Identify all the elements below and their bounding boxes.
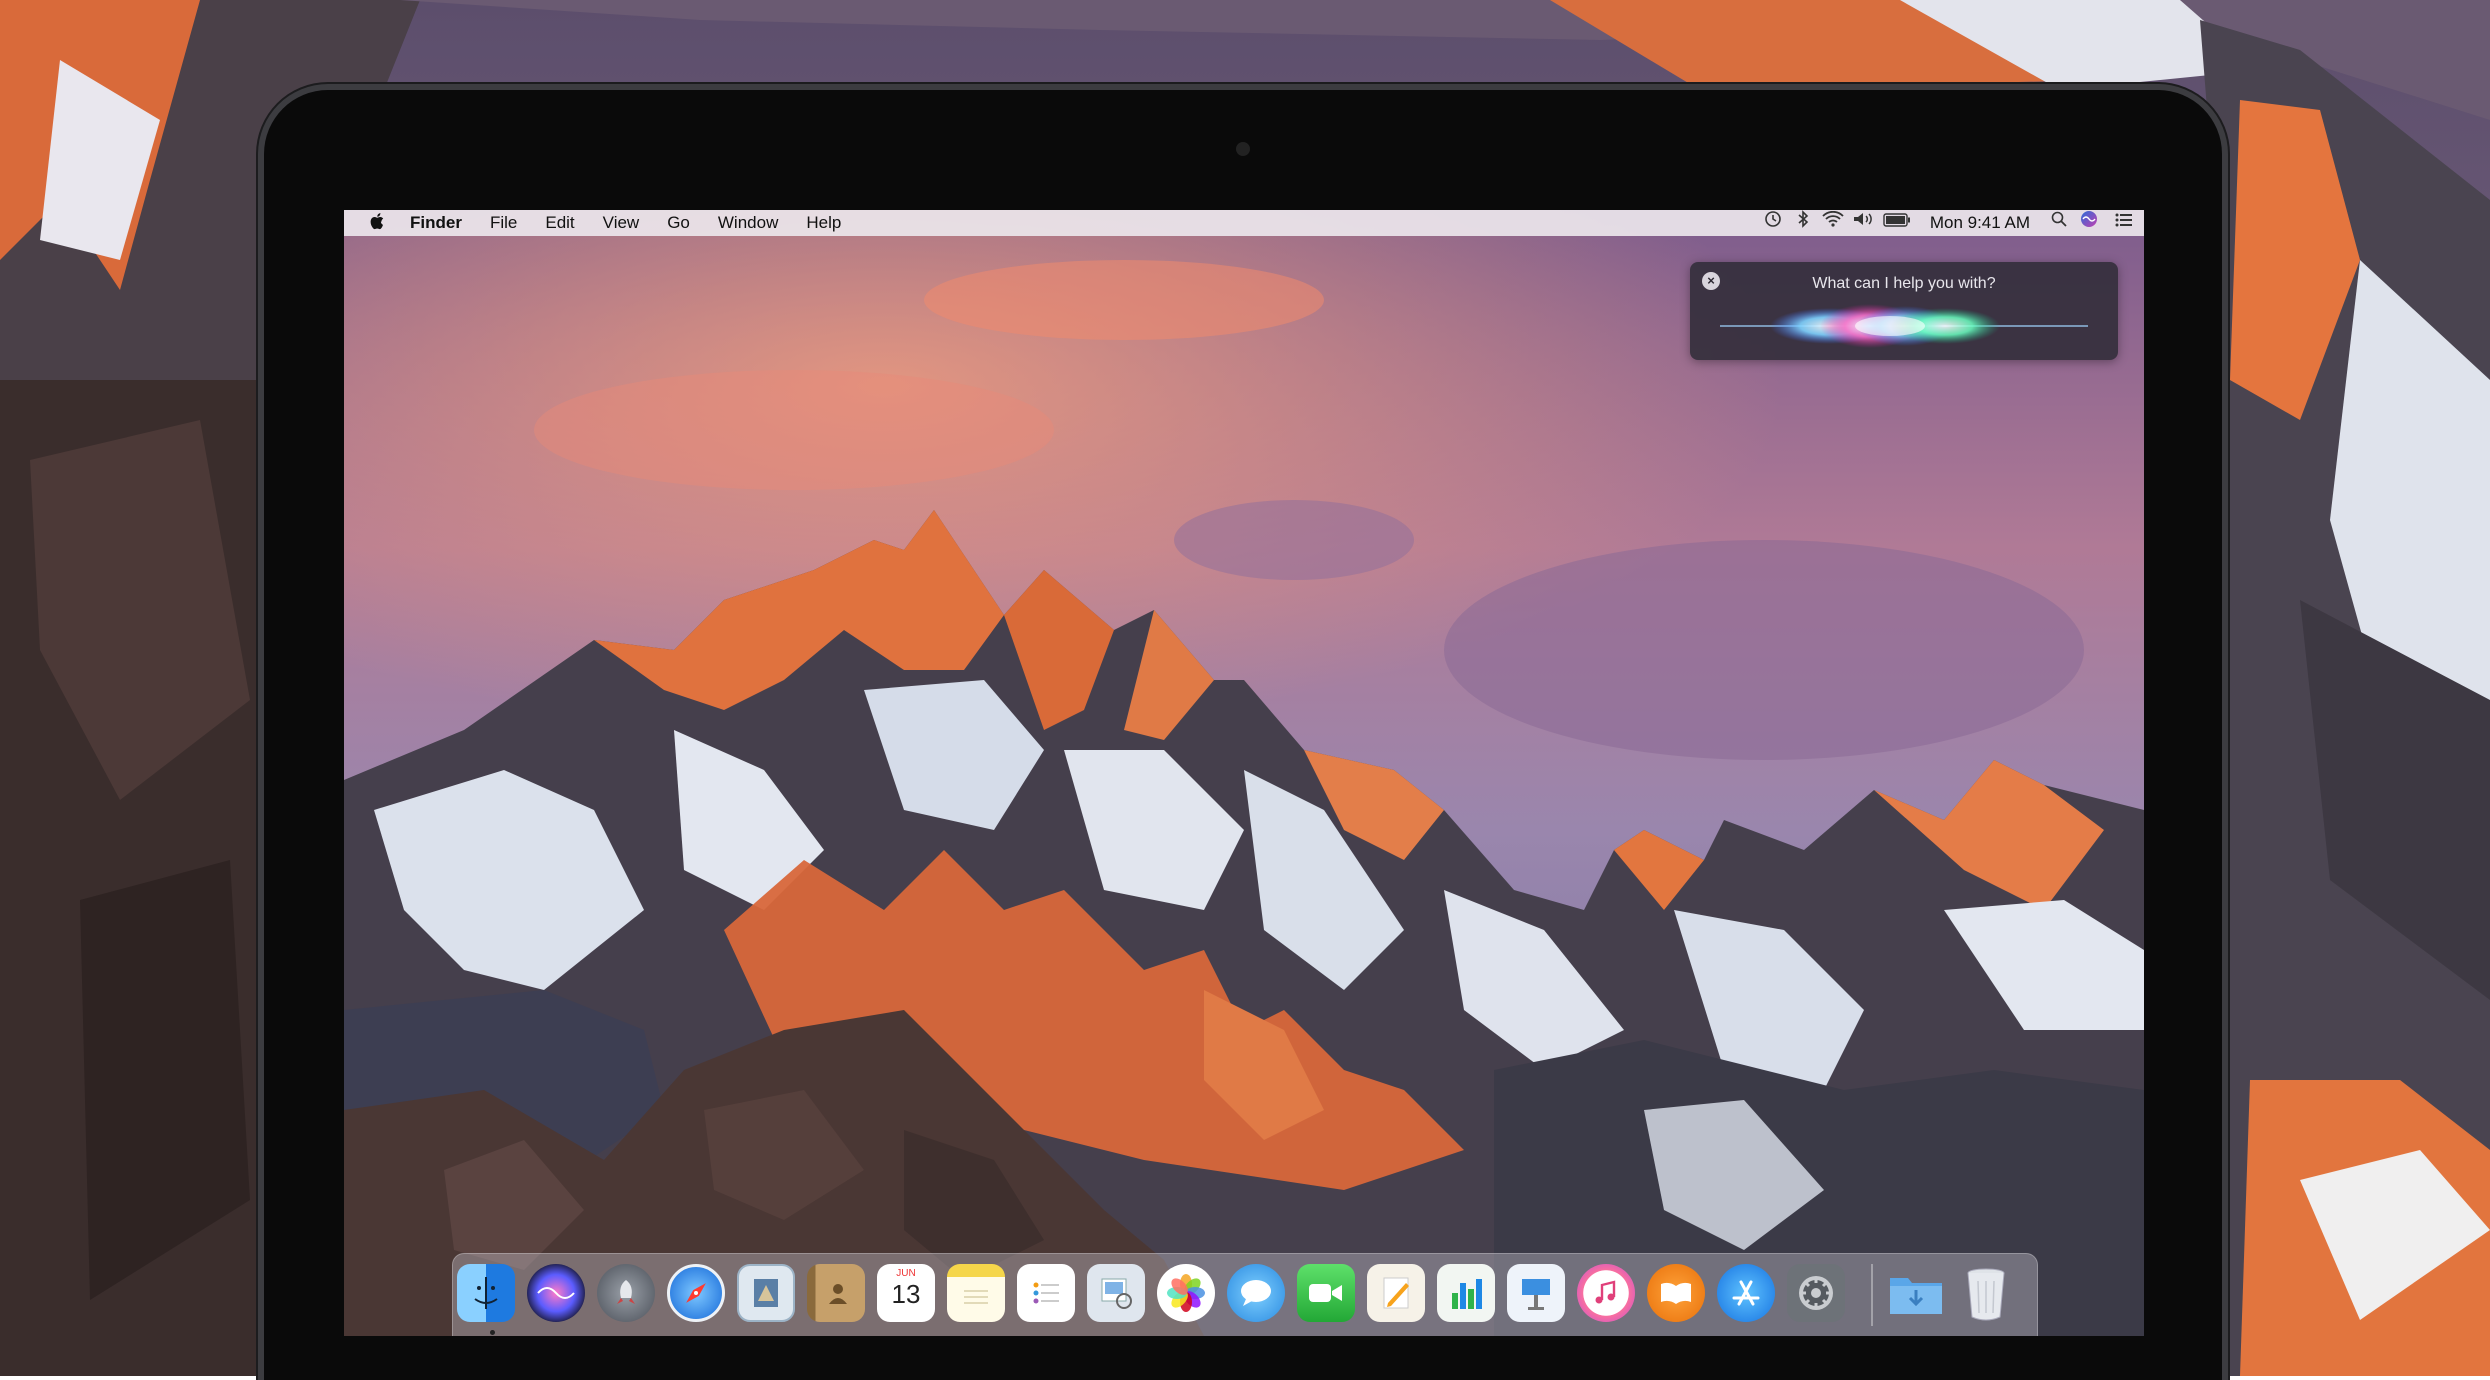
running-indicator — [490, 1330, 495, 1335]
app-store-icon — [1732, 1280, 1760, 1306]
pages-icon — [1383, 1277, 1409, 1309]
dock-ibooks[interactable] — [1647, 1264, 1705, 1322]
menu-bar: Finder File Edit View Go Window Help Mon… — [344, 210, 2144, 236]
dock-app-store[interactable] — [1717, 1264, 1775, 1322]
screen: Finder File Edit View Go Window Help Mon… — [344, 210, 2144, 1336]
dock-siri[interactable] — [527, 1264, 585, 1322]
menu-window[interactable]: Window — [704, 210, 792, 236]
menu-edit[interactable]: Edit — [531, 210, 588, 236]
bar-chart-icon — [1452, 1279, 1482, 1309]
dock-separator — [1871, 1264, 1873, 1326]
wifi-icon[interactable] — [1818, 210, 1848, 236]
dock-pages[interactable] — [1367, 1264, 1425, 1322]
music-note-icon — [1595, 1280, 1616, 1304]
open-book-icon — [1661, 1282, 1691, 1304]
calendar-month: JUN — [896, 1268, 916, 1279]
reminders-icon — [1033, 1282, 1059, 1304]
spotlight-icon[interactable] — [2044, 210, 2074, 236]
siri-panel: What can I help you with? × — [1690, 262, 2118, 360]
menu-view[interactable]: View — [589, 210, 654, 236]
dock-messages[interactable] — [1227, 1264, 1285, 1322]
rocket-icon — [617, 1280, 635, 1304]
dock-photos[interactable] — [1157, 1264, 1215, 1322]
menu-bar-clock[interactable]: Mon 9:41 AM — [1916, 210, 2044, 236]
dock-mail[interactable] — [737, 1264, 795, 1322]
siri-icon — [537, 1287, 575, 1299]
volume-icon[interactable] — [1848, 210, 1878, 236]
dock-facetime[interactable] — [1297, 1264, 1355, 1322]
menu-help[interactable]: Help — [792, 210, 855, 236]
time-machine-icon[interactable] — [1758, 210, 1788, 236]
dock-keynote[interactable] — [1507, 1264, 1565, 1322]
dock-downloads[interactable] — [1887, 1264, 1945, 1322]
siri-waveform — [1720, 304, 2088, 348]
desktop-wallpaper — [344, 210, 2144, 1336]
dock-itunes[interactable] — [1577, 1264, 1635, 1322]
dock-reminders[interactable] — [1017, 1264, 1075, 1322]
video-camera-icon — [1309, 1284, 1342, 1302]
gear-icon — [1799, 1276, 1833, 1310]
podium-icon — [1522, 1279, 1550, 1310]
contacts-icon — [829, 1284, 847, 1304]
calendar-day: 13 — [891, 1279, 921, 1309]
siri-prompt: What can I help you with? — [1812, 275, 1996, 292]
notification-center-icon[interactable] — [2104, 210, 2144, 236]
dock-numbers[interactable] — [1437, 1264, 1495, 1322]
photos-flower-icon — [1167, 1274, 1205, 1312]
dock-contacts[interactable] — [807, 1264, 865, 1322]
notes-icon — [964, 1290, 988, 1304]
trash-icon — [1967, 1268, 2005, 1321]
camera-icon — [1236, 142, 1250, 156]
dock-trash[interactable] — [1957, 1264, 2015, 1322]
dock-launchpad[interactable] — [597, 1264, 655, 1322]
dock-preview[interactable] — [1087, 1264, 1145, 1322]
finder-icon — [474, 1277, 498, 1309]
downloads-folder-icon — [1890, 1278, 1942, 1314]
siri-icon[interactable] — [2074, 210, 2104, 236]
dock-safari[interactable] — [667, 1264, 725, 1322]
siri-close-button[interactable]: × — [1702, 272, 1720, 290]
compass-icon — [686, 1283, 706, 1303]
menu-app-name[interactable]: Finder — [396, 210, 476, 236]
speech-bubble-icon — [1241, 1280, 1271, 1306]
dock-notes[interactable] — [947, 1264, 1005, 1322]
dock-finder[interactable] — [457, 1264, 515, 1322]
dock: JUN 13 — [452, 1253, 2038, 1336]
dock-system-preferences[interactable] — [1787, 1264, 1845, 1322]
apple-menu-icon[interactable] — [344, 212, 396, 235]
battery-icon[interactable] — [1878, 210, 1916, 236]
eagle-stamp-icon — [754, 1279, 778, 1307]
preview-icon — [1101, 1278, 1132, 1309]
dock-calendar[interactable]: JUN 13 — [877, 1264, 935, 1322]
bluetooth-icon[interactable] — [1788, 210, 1818, 236]
menu-file[interactable]: File — [476, 210, 531, 236]
menu-go[interactable]: Go — [653, 210, 704, 236]
